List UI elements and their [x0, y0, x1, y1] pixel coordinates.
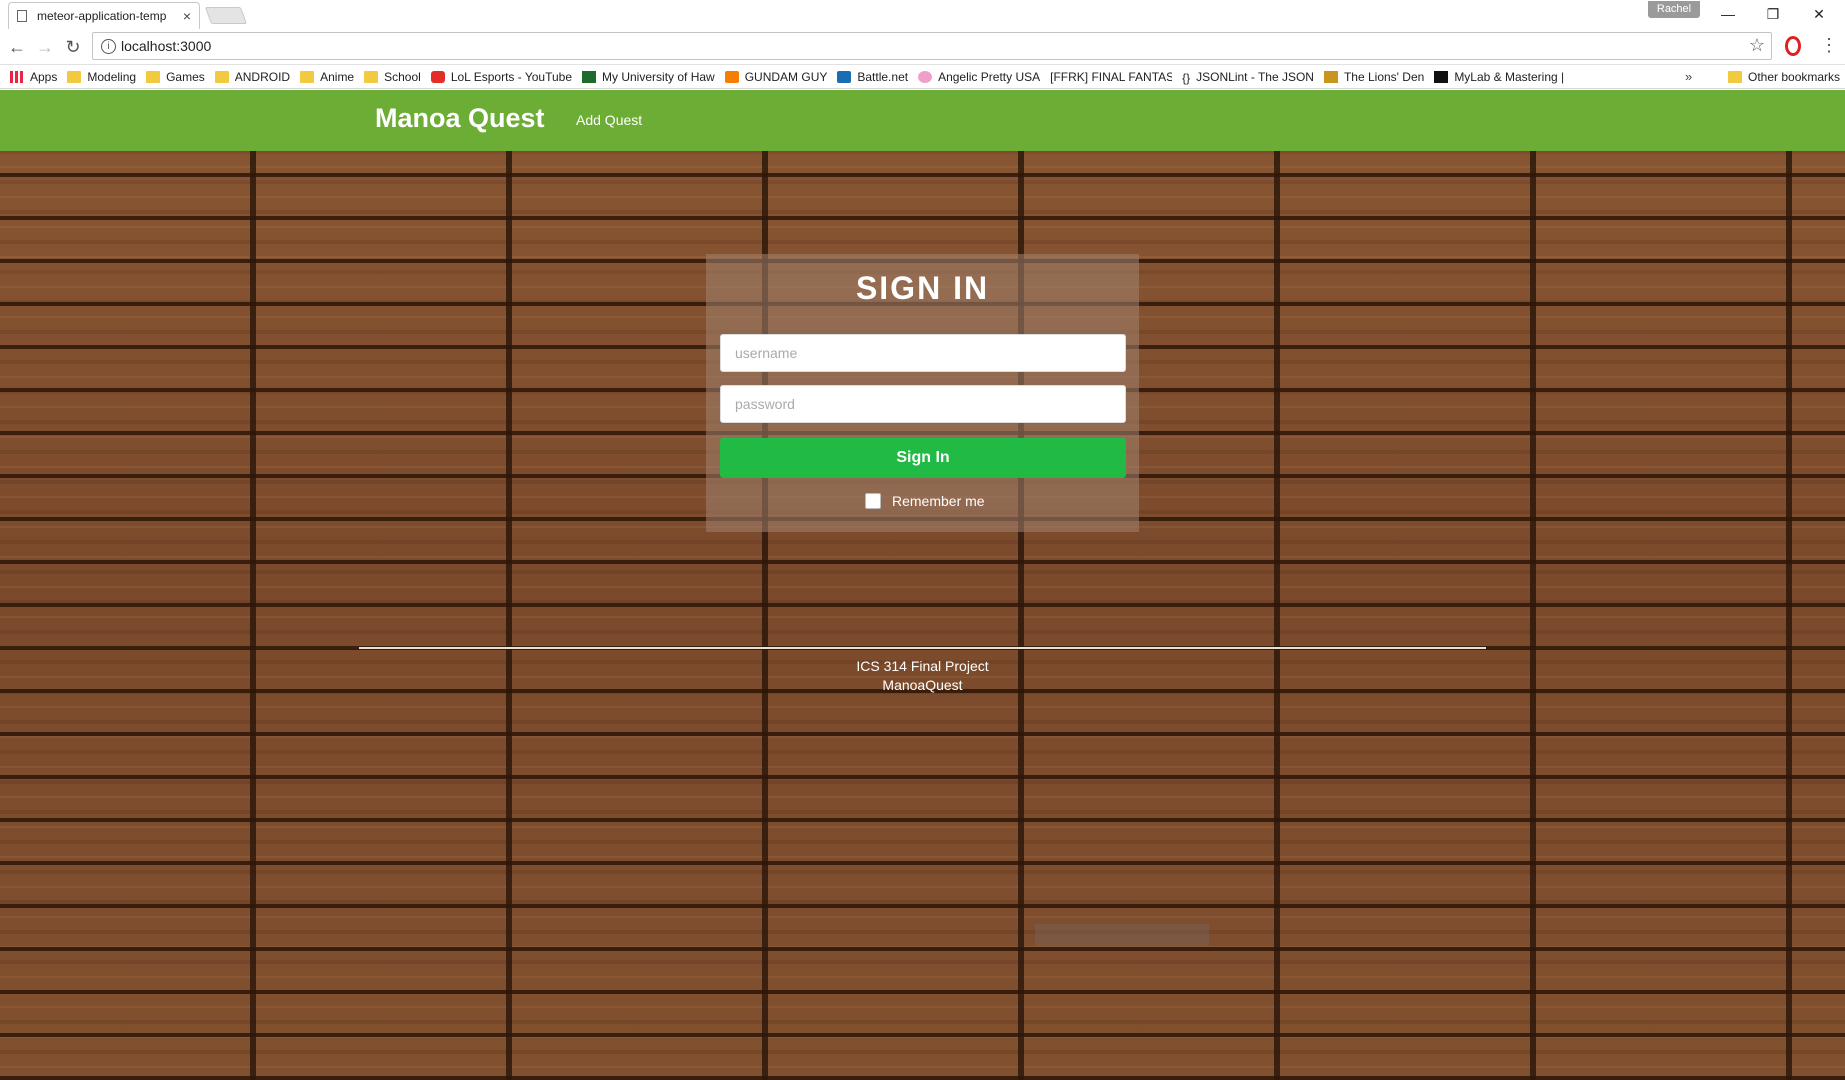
- bookmark-gundam-guy[interactable]: GUNDAM GUY: [724, 70, 827, 84]
- battlenet-icon: [837, 70, 852, 83]
- faded-overlay-element: [1035, 924, 1209, 946]
- bookmark-games[interactable]: Games: [146, 70, 205, 84]
- page-background: Manoa Quest Add Quest SIGN IN Sign In Re…: [0, 90, 1845, 1080]
- bookmark-apps[interactable]: Apps: [10, 70, 57, 84]
- bookmark-mylab[interactable]: MyLab & Mastering |: [1434, 70, 1564, 84]
- angelic-icon: [918, 70, 933, 83]
- bookmark-school[interactable]: School: [364, 70, 421, 84]
- folder-icon: [67, 70, 82, 83]
- tab-title: meteor-application-temp: [37, 9, 167, 23]
- uh-icon: [582, 70, 597, 83]
- bookmark-angelic-pretty[interactable]: Angelic Pretty USA: [918, 70, 1040, 84]
- json-icon: {}: [1182, 70, 1191, 85]
- signin-form: SIGN IN Sign In Remember me: [706, 254, 1139, 532]
- signin-button[interactable]: Sign In: [720, 438, 1126, 478]
- password-input[interactable]: [720, 385, 1126, 423]
- bookmark-jsonlint[interactable]: {} JSONLint - The JSON: [1182, 70, 1314, 85]
- folder-icon: [214, 70, 229, 83]
- browser-tab[interactable]: meteor-application-temp ×: [8, 2, 200, 29]
- brand-logo[interactable]: Manoa Quest: [375, 103, 545, 134]
- browser-toolbar: ← → ↻ i localhost:3000 ☆ ⋮: [0, 29, 1845, 65]
- folder-icon: [146, 70, 161, 83]
- bookmark-lions-den[interactable]: The Lions' Den: [1323, 70, 1424, 84]
- close-window-icon[interactable]: ✕: [1808, 4, 1830, 24]
- mylab-icon: [1434, 70, 1449, 83]
- tab-strip: meteor-application-temp × Rachel — ❐ ✕: [0, 0, 1845, 29]
- bookmark-android[interactable]: ANDROID: [214, 70, 290, 84]
- folder-icon: [300, 70, 315, 83]
- bookmarks-bar: Apps Modeling Games ANDROID Anime School…: [0, 65, 1845, 167]
- opera-extension-icon[interactable]: [1785, 36, 1801, 56]
- url-text[interactable]: localhost:3000: [121, 38, 211, 54]
- folder-icon: [364, 70, 379, 83]
- bookmark-star-icon[interactable]: ☆: [1749, 35, 1765, 56]
- footer-project: ICS 314 Final Project: [856, 658, 989, 674]
- bookmark-battlenet[interactable]: Battle.net: [837, 70, 908, 84]
- info-icon[interactable]: i: [101, 39, 116, 54]
- bookmark-ffrk[interactable]: [FFRK] FINAL FANTAS: [0, 70, 1172, 167]
- bookmark-anime[interactable]: Anime: [300, 70, 354, 84]
- signin-title: SIGN IN: [855, 270, 990, 306]
- checkbox-icon[interactable]: [865, 493, 881, 509]
- footer-divider: [359, 647, 1486, 649]
- apps-icon: [10, 70, 24, 83]
- restore-icon[interactable]: ❐: [1762, 4, 1784, 24]
- other-bookmarks[interactable]: Other bookmarks: [1728, 65, 1840, 89]
- browser-menu-icon[interactable]: ⋮: [1820, 35, 1838, 56]
- new-tab-button[interactable]: [204, 7, 248, 24]
- tab-close-icon[interactable]: ×: [183, 8, 191, 24]
- site-navbar: Manoa Quest Add Quest: [0, 90, 1845, 151]
- bookmarks-overflow-icon[interactable]: »: [1685, 69, 1692, 84]
- minimize-icon[interactable]: —: [1717, 4, 1739, 24]
- blogger-icon: [724, 70, 739, 83]
- profile-badge[interactable]: Rachel: [1648, 1, 1700, 18]
- nav-add-quest[interactable]: Add Quest: [576, 112, 642, 128]
- forward-arrow-icon[interactable]: →: [33, 35, 57, 59]
- address-bar[interactable]: i localhost:3000 ☆: [92, 32, 1772, 60]
- lions-icon: [1323, 70, 1338, 83]
- bookmark-modeling[interactable]: Modeling: [67, 70, 136, 84]
- footer-app-name: ManoaQuest: [882, 677, 963, 693]
- folder-icon: [1728, 71, 1742, 83]
- back-arrow-icon[interactable]: ←: [5, 35, 29, 59]
- page-icon: [17, 10, 27, 22]
- remember-me-checkbox[interactable]: Remember me: [865, 493, 985, 509]
- remember-me-label: Remember me: [892, 493, 985, 509]
- youtube-icon: [430, 70, 445, 83]
- reload-icon[interactable]: ↻: [61, 35, 85, 59]
- username-input[interactable]: [720, 334, 1126, 372]
- bookmark-uh[interactable]: My University of Haw: [582, 70, 715, 84]
- bookmark-lol-esports[interactable]: LoL Esports - YouTube: [430, 70, 572, 84]
